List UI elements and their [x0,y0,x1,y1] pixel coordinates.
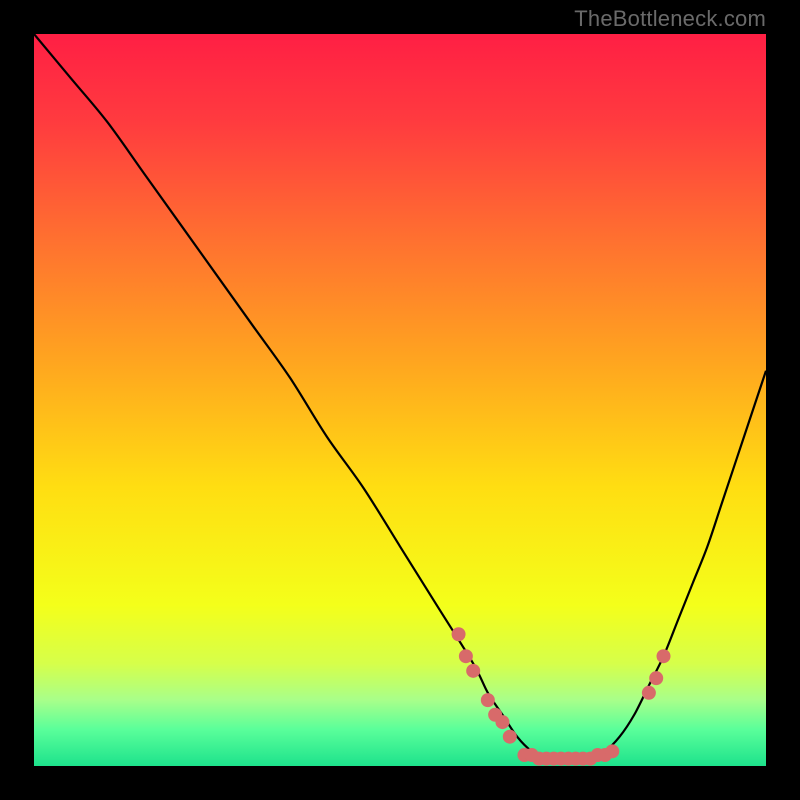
sample-point [503,730,517,744]
bottleneck-chart [34,34,766,766]
sample-point [642,686,656,700]
plot-area [34,34,766,766]
chart-frame: TheBottleneck.com [0,0,800,800]
sample-point [481,693,495,707]
attribution-text: TheBottleneck.com [574,6,766,32]
sample-point [495,715,509,729]
sample-point [466,664,480,678]
gradient-background [34,34,766,766]
sample-point [459,649,473,663]
sample-point [605,744,619,758]
sample-point [452,627,466,641]
sample-point [649,671,663,685]
sample-point [657,649,671,663]
